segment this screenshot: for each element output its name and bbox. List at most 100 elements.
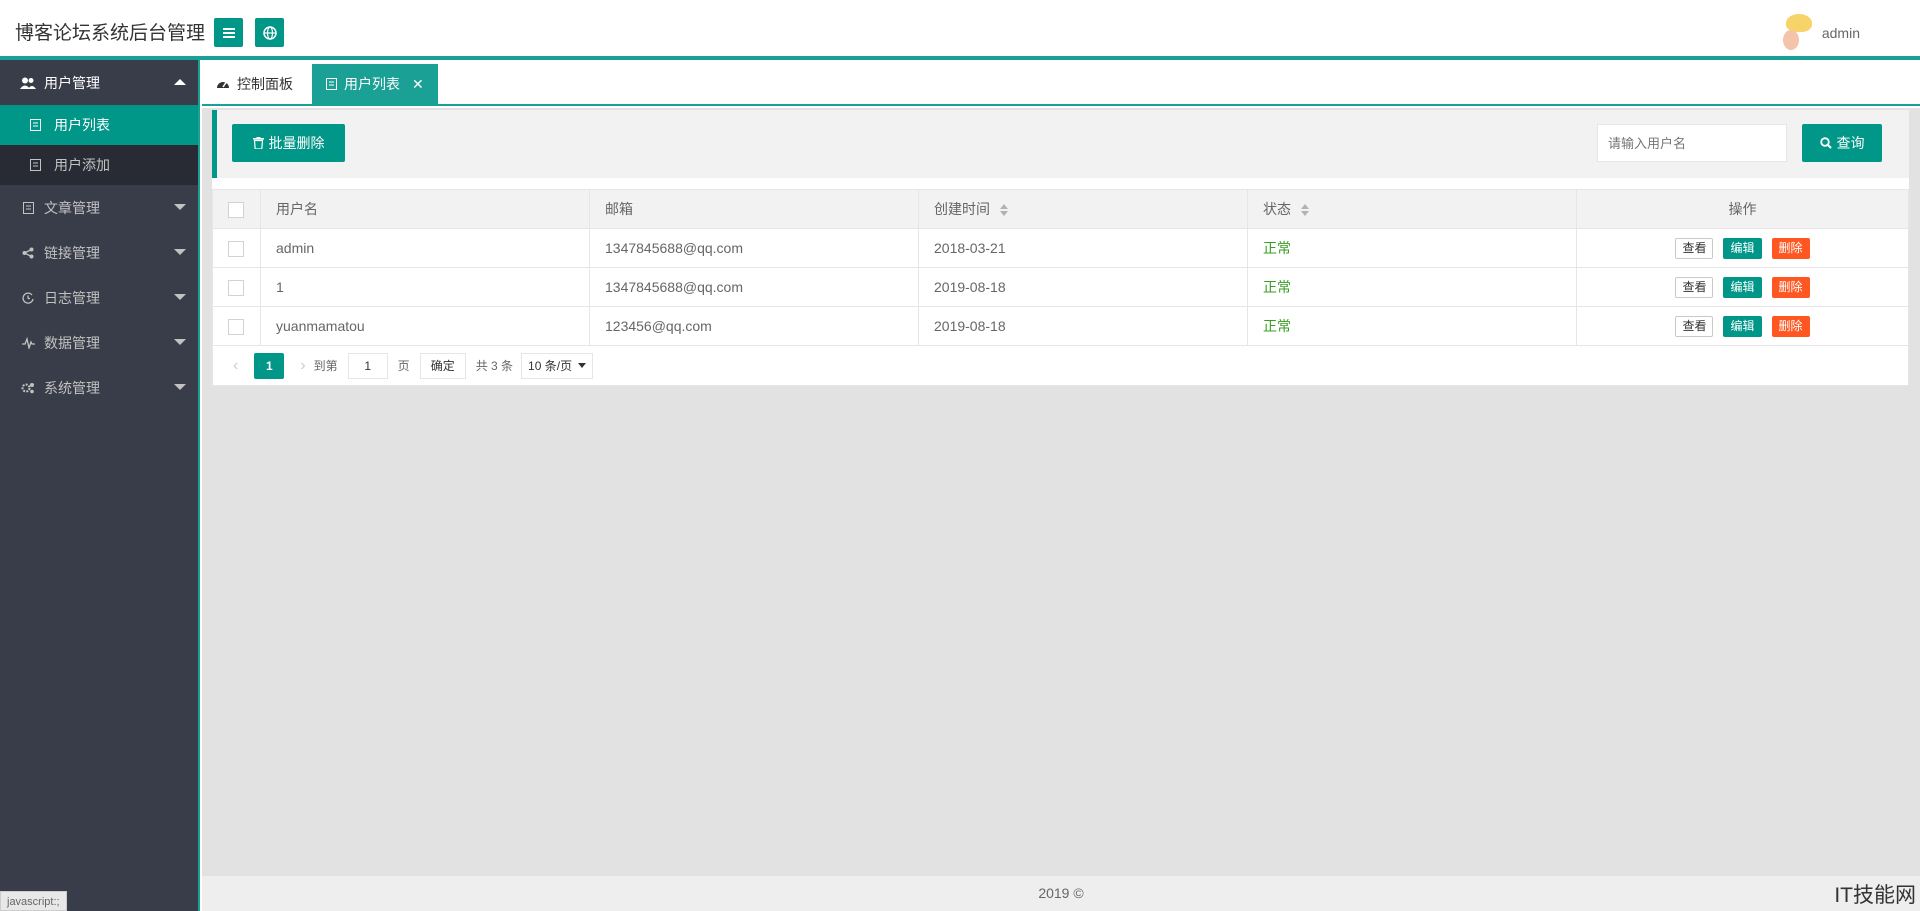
row-select-cell [212, 267, 261, 307]
edit-button[interactable]: 编辑 [1723, 276, 1762, 298]
column-header-created[interactable]: 创建时间 [918, 189, 1248, 229]
article-icon [20, 201, 36, 214]
sidebar-item-label: 系统管理 [44, 379, 100, 396]
cell-status: 正常 [1247, 228, 1577, 268]
pulse-icon [20, 336, 36, 349]
sidebar-item-label: 用户添加 [54, 157, 110, 173]
page-label: 页 [397, 359, 410, 373]
gears-icon [20, 382, 36, 394]
log-icon [20, 292, 36, 304]
cell-actions: 查看 编辑 删除 [1576, 228, 1909, 268]
toolbar: 批量删除 查询 [212, 110, 1909, 178]
sidebar-item-article-management[interactable]: 文章管理 [0, 185, 198, 230]
row-select-cell [212, 306, 261, 346]
column-header-actions: 操作 [1576, 189, 1909, 229]
cell-created: 2019-08-18 [918, 306, 1248, 346]
sidebar-item-data-management[interactable]: 数据管理 [0, 320, 198, 365]
sort-icon[interactable] [1000, 204, 1008, 217]
sidebar-item-user-list[interactable]: 用户列表 [0, 105, 198, 145]
column-label: 状态 [1263, 201, 1291, 217]
menu-icon [222, 27, 235, 38]
chevron-down-icon [174, 339, 186, 345]
sidebar-item-label: 用户管理 [44, 74, 100, 91]
avatar [1780, 14, 1814, 52]
delete-button[interactable]: 删除 [1771, 276, 1810, 298]
cell-email: 123456@qq.com [589, 306, 919, 346]
chevron-down-icon [174, 249, 186, 255]
trash-icon [252, 137, 264, 149]
edit-button[interactable]: 编辑 [1723, 237, 1762, 259]
view-button[interactable]: 查看 [1675, 276, 1714, 298]
page-size-value: 10 条/页 [528, 359, 573, 373]
sidebar-item-user-add[interactable]: 用户添加 [0, 145, 198, 185]
sidebar-item-label: 文章管理 [44, 199, 100, 216]
users-icon [20, 77, 36, 89]
chevron-up-icon [174, 79, 186, 85]
next-page-icon[interactable]: › [300, 357, 305, 375]
delete-button[interactable]: 删除 [1771, 237, 1810, 259]
cell-email: 1347845688@qq.com [589, 228, 919, 268]
watermark: IT技能网 [1834, 884, 1916, 907]
browser-status-bar: javascript:; [0, 891, 67, 911]
tab-user-list[interactable]: 用户列表 ✕ [312, 64, 438, 104]
row-checkbox[interactable] [228, 318, 244, 335]
prev-page-icon[interactable]: ‹ [233, 357, 238, 375]
share-icon [20, 247, 36, 259]
user-list-card: 批量删除 查询 用户名 邮箱 创建时间 状态 操作 [212, 110, 1909, 386]
top-header: 博客论坛系统后台管理 admin [0, 0, 1920, 60]
view-button[interactable]: 查看 [1675, 315, 1714, 337]
sidebar-item-link-management[interactable]: 链接管理 [0, 230, 198, 275]
page-size-select[interactable]: 10 条/页 [521, 352, 594, 379]
sidebar-item-user-management[interactable]: 用户管理 [0, 60, 198, 105]
search-input[interactable] [1597, 124, 1787, 162]
column-label: 创建时间 [934, 201, 990, 217]
search-button[interactable]: 查询 [1802, 124, 1882, 162]
close-icon[interactable]: ✕ [412, 76, 424, 93]
table-row: 1 1347845688@qq.com 2019-08-18 正常 查看 编辑 删除 [212, 267, 1909, 307]
list-icon [30, 119, 44, 131]
cell-status: 正常 [1247, 306, 1577, 346]
pagination: ‹ 1 › 到第 1 页 确定 共 3 条 10 条/页 [212, 346, 1909, 386]
delete-button[interactable]: 删除 [1771, 315, 1810, 337]
view-button[interactable]: 查看 [1675, 237, 1714, 259]
column-header-status[interactable]: 状态 [1247, 189, 1577, 229]
table-header-row: 用户名 邮箱 创建时间 状态 操作 [212, 189, 1909, 229]
batch-delete-label: 批量删除 [268, 135, 325, 151]
chevron-down-icon [174, 294, 186, 300]
chevron-down-icon [578, 363, 587, 368]
cell-created: 2019-08-18 [918, 267, 1248, 307]
sidebar-item-label: 用户列表 [54, 117, 110, 133]
cell-username: 1 [260, 267, 590, 307]
sidebar-item-system-management[interactable]: 系统管理 [0, 365, 198, 410]
row-checkbox[interactable] [228, 240, 244, 257]
submenu-user-management: 用户列表 用户添加 [0, 105, 198, 185]
user-menu[interactable]: admin [1780, 14, 1860, 52]
list-icon [326, 78, 337, 90]
sidebar-item-label: 链接管理 [44, 244, 100, 261]
table-row: yuanmamatou 123456@qq.com 2019-08-18 正常 … [212, 306, 1909, 346]
column-header-email: 邮箱 [589, 189, 919, 229]
cell-username: admin [260, 228, 590, 268]
cell-email: 1347845688@qq.com [589, 267, 919, 307]
goto-label: 到第 [313, 359, 338, 373]
sidebar-item-label: 日志管理 [44, 289, 100, 306]
select-all-checkbox[interactable] [228, 201, 244, 218]
tab-dashboard[interactable]: 控制面板 [202, 64, 307, 104]
main-content: 批量删除 查询 用户名 邮箱 创建时间 状态 操作 [202, 108, 1920, 876]
menu-toggle-button[interactable] [214, 18, 243, 47]
edit-button[interactable]: 编辑 [1723, 315, 1762, 337]
batch-delete-button[interactable]: 批量删除 [232, 124, 345, 162]
chevron-down-icon [174, 384, 186, 390]
globe-button[interactable] [255, 18, 284, 47]
current-page[interactable]: 1 [254, 352, 285, 379]
table-row: admin 1347845688@qq.com 2018-03-21 正常 查看… [212, 228, 1909, 268]
goto-confirm-button[interactable]: 确定 [419, 352, 466, 379]
row-checkbox[interactable] [228, 279, 244, 296]
search-icon [1819, 137, 1832, 149]
column-header-username: 用户名 [260, 189, 590, 229]
sort-icon[interactable] [1301, 204, 1309, 217]
tab-label: 控制面板 [237, 76, 293, 92]
sidebar: 用户管理 用户列表 用户添加 文章管理 链接管理 日志管理 数据管理 系统管理 [0, 60, 200, 911]
goto-page-input[interactable]: 1 [347, 352, 388, 379]
sidebar-item-log-management[interactable]: 日志管理 [0, 275, 198, 320]
